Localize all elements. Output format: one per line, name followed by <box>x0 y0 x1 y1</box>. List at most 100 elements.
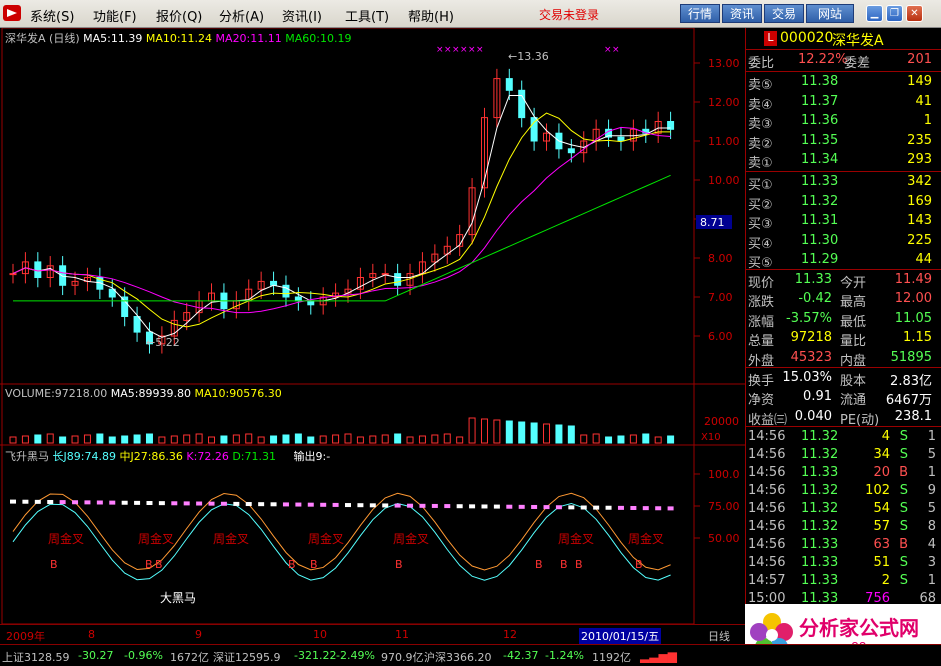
golden-cross-label: 周金叉 <box>213 531 249 546</box>
period-label[interactable]: 日线 <box>708 628 730 644</box>
tick-volume: 51 <box>873 555 890 570</box>
trend-block <box>158 501 165 506</box>
sh-amount: 1672亿 <box>170 651 209 664</box>
quote-label: 总量 <box>748 334 775 350</box>
trend-block <box>407 503 414 508</box>
trend-block <box>642 506 649 511</box>
volume-bar <box>183 434 191 444</box>
volume-tick: 20000 <box>704 415 739 428</box>
date-month-12: 12 <box>503 628 517 641</box>
indicator-legend: 飞升黑马 长J89:74.89 中J27:86.36 K:72.26 D:71.… <box>5 448 330 464</box>
indicator-output: 输出9:- <box>293 450 331 463</box>
fundamental-row: 收益㈢ 0.040 PE(动) 238.1 <box>746 408 941 428</box>
volume-bar <box>418 435 426 444</box>
mini-chart-icon: ▂▃▅▆ <box>640 649 677 663</box>
quote-row: 外盘 45323 内盘 51895 <box>746 349 941 369</box>
indicator-name: 飞升黑马 <box>5 450 49 463</box>
ind-tick-label: 100.0 <box>708 468 740 481</box>
tick-side: S <box>899 501 908 516</box>
quote-value: 97218 <box>790 330 832 346</box>
quote-row: 涨跌 -0.42 最高 12.00 <box>746 290 941 310</box>
minimize-icon[interactable]: ▁ <box>866 5 883 22</box>
chart-area[interactable]: 13.0012.0011.0010.009.008.007.006.008.71… <box>0 28 745 624</box>
tick-side: S <box>899 573 908 588</box>
close-icon[interactable]: ✕ <box>906 5 923 22</box>
restore-icon[interactable]: ❐ <box>886 5 903 22</box>
tick-price: 11.32 <box>801 447 839 462</box>
menu-info[interactable]: 资讯(I) <box>282 6 322 25</box>
ask-row: 卖③ 11.36 1 <box>746 112 941 132</box>
volume-bar <box>9 436 17 444</box>
menu-help[interactable]: 帮助(H) <box>408 6 454 25</box>
ask-volume: 293 <box>907 152 932 168</box>
tick-volume: 54 <box>873 501 890 516</box>
volume-bar <box>133 434 141 444</box>
ask-volume: 149 <box>907 74 932 89</box>
menu-function[interactable]: 功能(F) <box>93 6 137 25</box>
tab-news[interactable]: 资讯 <box>722 4 762 23</box>
trend-block <box>605 505 612 510</box>
ask-row: 卖④ 11.37 41 <box>746 93 941 113</box>
tick-volume: 4 <box>881 429 890 444</box>
tick-count: 4 <box>927 537 936 552</box>
y-tick-label: 7.00 <box>708 291 733 304</box>
volume-bar <box>46 433 54 444</box>
tick-count: 1 <box>927 573 936 588</box>
low-price-label: ←5.22 <box>146 336 180 349</box>
wb-label: 委比 <box>748 56 775 71</box>
indicator-j-long: 长J89:74.89 <box>52 450 116 463</box>
quote-label: 内盘 <box>840 353 867 369</box>
volume-bar <box>617 435 625 444</box>
menu-quote[interactable]: 报价(Q) <box>156 6 202 25</box>
buy-signal: B <box>560 558 568 571</box>
quote-value: 12.00 <box>894 291 932 307</box>
trade-login-status: 交易未登录 <box>539 8 600 22</box>
volume-bar <box>580 434 588 444</box>
menu-analysis[interactable]: 分析(A) <box>219 6 264 25</box>
buy-signal: B <box>535 558 543 571</box>
tab-quotes[interactable]: 行情 <box>680 4 720 23</box>
trend-block <box>47 499 54 504</box>
tick-side: B <box>899 465 908 480</box>
candle-body <box>294 296 302 302</box>
tick-count: 9 <box>927 483 936 498</box>
trend-block <box>295 502 302 507</box>
stock-name: 深华发A <box>832 33 884 49</box>
ind-tick-label: 50.00 <box>708 532 740 545</box>
bid-volume: 342 <box>907 174 932 189</box>
trend-block <box>59 500 66 505</box>
volume-bar <box>195 433 203 444</box>
tick-row: 14:56 11.33 51 S 3 <box>746 554 941 573</box>
wb-value: 12.22% <box>798 52 848 67</box>
ask-volume: 1 <box>923 113 932 129</box>
golden-cross-label: 周金叉 <box>48 531 84 546</box>
volume-bar <box>270 435 278 444</box>
trend-block <box>431 503 438 508</box>
tick-price: 11.33 <box>801 555 839 570</box>
bid-label: 买① <box>748 178 773 193</box>
candle-body <box>133 316 141 333</box>
volume-bar <box>356 436 364 444</box>
trend-block <box>183 501 190 506</box>
volume-bar <box>567 425 575 444</box>
tick-volume: 34 <box>873 447 890 462</box>
tick-row: 14:57 11.33 2 S 1 <box>746 572 941 591</box>
trend-block <box>332 502 339 507</box>
tick-price: 11.33 <box>801 465 839 480</box>
quote-row: 涨幅 -3.57% 最低 11.05 <box>746 310 941 330</box>
menu-system[interactable]: 系统(S) <box>30 6 74 25</box>
bid-volume: 143 <box>907 213 932 229</box>
candle-body <box>9 273 17 276</box>
volume-bar <box>406 436 414 444</box>
ask-price: 11.38 <box>801 74 839 89</box>
tab-website[interactable]: 网站 <box>806 4 854 23</box>
menu-tools[interactable]: 工具(T) <box>345 6 389 25</box>
bid-row: 买③ 11.31 143 <box>746 212 941 232</box>
trend-block <box>630 506 637 510</box>
quote-label: 今开 <box>840 276 867 291</box>
volume-bar <box>170 435 178 444</box>
stock-header: L 000020 深华发A <box>746 28 941 50</box>
tab-trade[interactable]: 交易 <box>764 4 804 23</box>
date-month-8: 8 <box>88 628 95 641</box>
trend-block <box>10 499 16 504</box>
